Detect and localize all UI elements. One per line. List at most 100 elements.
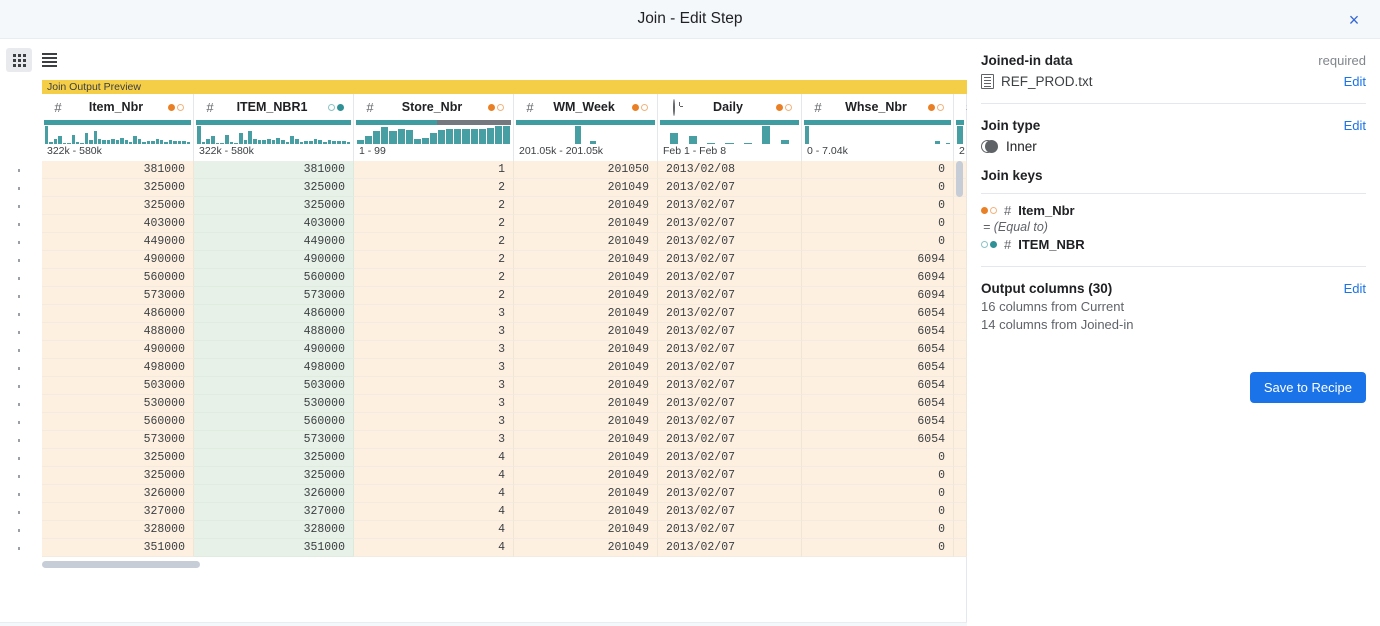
cell-store_nbr[interactable]: 2 xyxy=(354,215,514,233)
cell-whse_nbr[interactable]: 6054 xyxy=(802,341,954,359)
table-row[interactable]: 57300057300022010492013/02/076094 xyxy=(0,287,967,305)
cell-daily[interactable]: 2013/02/07 xyxy=(658,233,802,251)
cell-item_nbr[interactable]: 560000 xyxy=(42,413,194,431)
cell-item_nbr[interactable]: 325000 xyxy=(42,179,194,197)
cell-whse_nbr[interactable]: 6054 xyxy=(802,323,954,341)
cell-item_nbr[interactable]: 530000 xyxy=(42,395,194,413)
table-body[interactable]: 38100038100012010502013/02/0803250003250… xyxy=(0,161,967,559)
cell-daily[interactable]: 2013/02/07 xyxy=(658,539,802,557)
cell-wm_week[interactable]: 201049 xyxy=(514,539,658,557)
vertical-scrollbar-thumb[interactable] xyxy=(956,161,963,197)
cell-whse_nbr[interactable]: 6094 xyxy=(802,269,954,287)
cell-whse_nbr[interactable]: 0 xyxy=(802,449,954,467)
cell-item_nbr1[interactable]: 327000 xyxy=(194,503,354,521)
horizontal-scrollbar[interactable] xyxy=(42,559,967,569)
cell-wm_week[interactable]: 201049 xyxy=(514,287,658,305)
table-row[interactable]: 32600032600042010492013/02/070 xyxy=(0,485,967,503)
cell-item_nbr1[interactable]: 490000 xyxy=(194,251,354,269)
cell-whse_nbr[interactable]: 0 xyxy=(802,233,954,251)
cell-daily[interactable]: 2013/02/07 xyxy=(658,341,802,359)
cell-item_nbr1[interactable]: 573000 xyxy=(194,431,354,449)
column-header-wm_week[interactable]: #WM_Week xyxy=(514,94,658,120)
save-to-recipe-button[interactable]: Save to Recipe xyxy=(1250,372,1366,403)
cell-item_nbr1[interactable]: 503000 xyxy=(194,377,354,395)
cell-whse_nbr[interactable]: 0 xyxy=(802,215,954,233)
cell-whse_nbr[interactable]: 0 xyxy=(802,503,954,521)
table-row[interactable]: 53000053000032010492013/02/076054 xyxy=(0,395,967,413)
cell-wm_week[interactable]: 201049 xyxy=(514,215,658,233)
cell-daily[interactable]: 2013/02/07 xyxy=(658,521,802,539)
cell-wm_week[interactable]: 201049 xyxy=(514,467,658,485)
table-row[interactable]: 32500032500022010492013/02/070 xyxy=(0,197,967,215)
cell-wm_week[interactable]: 201050 xyxy=(514,161,658,179)
column-header-r[interactable]: #R xyxy=(954,94,967,120)
cell-store_nbr[interactable]: 2 xyxy=(354,179,514,197)
cell-item_nbr1[interactable]: 560000 xyxy=(194,413,354,431)
cell-item_nbr1[interactable]: 325000 xyxy=(194,179,354,197)
column-header-daily[interactable]: Daily xyxy=(658,94,802,120)
table-row[interactable]: 56000056000022010492013/02/076094 xyxy=(0,269,967,287)
cell-wm_week[interactable]: 201049 xyxy=(514,233,658,251)
cell-store_nbr[interactable]: 4 xyxy=(354,485,514,503)
cell-daily[interactable]: 2013/02/07 xyxy=(658,431,802,449)
list-view-button[interactable] xyxy=(36,48,62,72)
cell-item_nbr1[interactable]: 328000 xyxy=(194,521,354,539)
cell-daily[interactable]: 2013/02/08 xyxy=(658,161,802,179)
cell-wm_week[interactable]: 201049 xyxy=(514,395,658,413)
cell-daily[interactable]: 2013/02/07 xyxy=(658,413,802,431)
cell-item_nbr[interactable]: 325000 xyxy=(42,449,194,467)
cell-item_nbr[interactable]: 488000 xyxy=(42,323,194,341)
cell-store_nbr[interactable]: 2 xyxy=(354,287,514,305)
cell-daily[interactable]: 2013/02/07 xyxy=(658,449,802,467)
cell-store_nbr[interactable]: 4 xyxy=(354,539,514,557)
column-header-item_nbr[interactable]: #Item_Nbr xyxy=(42,94,194,120)
cell-whse_nbr[interactable]: 6054 xyxy=(802,431,954,449)
edit-join-type-link[interactable]: Edit xyxy=(1344,118,1366,133)
cell-daily[interactable]: 2013/02/07 xyxy=(658,359,802,377)
cell-store_nbr[interactable]: 2 xyxy=(354,251,514,269)
cell-store_nbr[interactable]: 4 xyxy=(354,521,514,539)
cell-whse_nbr[interactable]: 6054 xyxy=(802,395,954,413)
cell-whse_nbr[interactable]: 0 xyxy=(802,521,954,539)
table-row[interactable]: 57300057300032010492013/02/076054 xyxy=(0,431,967,449)
cell-daily[interactable]: 2013/02/07 xyxy=(658,287,802,305)
cell-item_nbr[interactable]: 560000 xyxy=(42,269,194,287)
cell-daily[interactable]: 2013/02/07 xyxy=(658,215,802,233)
table-row[interactable]: 44900044900022010492013/02/070 xyxy=(0,233,967,251)
cell-whse_nbr[interactable]: 0 xyxy=(802,539,954,557)
cell-item_nbr1[interactable]: 573000 xyxy=(194,287,354,305)
cell-whse_nbr[interactable]: 6054 xyxy=(802,359,954,377)
edit-output-columns-link[interactable]: Edit xyxy=(1344,281,1366,296)
cell-wm_week[interactable]: 201049 xyxy=(514,503,658,521)
table-row[interactable]: 49000049000022010492013/02/076094 xyxy=(0,251,967,269)
cell-daily[interactable]: 2013/02/07 xyxy=(658,269,802,287)
cell-store_nbr[interactable]: 1 xyxy=(354,161,514,179)
cell-store_nbr[interactable]: 4 xyxy=(354,503,514,521)
cell-daily[interactable]: 2013/02/07 xyxy=(658,395,802,413)
cell-daily[interactable]: 2013/02/07 xyxy=(658,179,802,197)
cell-daily[interactable]: 2013/02/07 xyxy=(658,197,802,215)
table-row[interactable]: 32500032500022010492013/02/070 xyxy=(0,179,967,197)
cell-whse_nbr[interactable]: 0 xyxy=(802,485,954,503)
cell-wm_week[interactable]: 201049 xyxy=(514,269,658,287)
cell-item_nbr1[interactable]: 325000 xyxy=(194,449,354,467)
cell-wm_week[interactable]: 201049 xyxy=(514,341,658,359)
cell-item_nbr[interactable]: 403000 xyxy=(42,215,194,233)
cell-item_nbr[interactable]: 573000 xyxy=(42,431,194,449)
cell-wm_week[interactable]: 201049 xyxy=(514,323,658,341)
cell-item_nbr[interactable]: 490000 xyxy=(42,251,194,269)
cell-daily[interactable]: 2013/02/07 xyxy=(658,503,802,521)
cell-whse_nbr[interactable]: 6054 xyxy=(802,305,954,323)
cell-item_nbr[interactable]: 498000 xyxy=(42,359,194,377)
cell-item_nbr1[interactable]: 498000 xyxy=(194,359,354,377)
cell-item_nbr1[interactable]: 560000 xyxy=(194,269,354,287)
table-row[interactable]: 48600048600032010492013/02/076054 xyxy=(0,305,967,323)
cell-daily[interactable]: 2013/02/07 xyxy=(658,251,802,269)
cell-wm_week[interactable]: 201049 xyxy=(514,431,658,449)
cell-store_nbr[interactable]: 3 xyxy=(354,413,514,431)
cell-store_nbr[interactable]: 3 xyxy=(354,431,514,449)
cell-item_nbr[interactable]: 381000 xyxy=(42,161,194,179)
cell-daily[interactable]: 2013/02/07 xyxy=(658,467,802,485)
cell-item_nbr[interactable]: 325000 xyxy=(42,467,194,485)
cell-wm_week[interactable]: 201049 xyxy=(514,197,658,215)
